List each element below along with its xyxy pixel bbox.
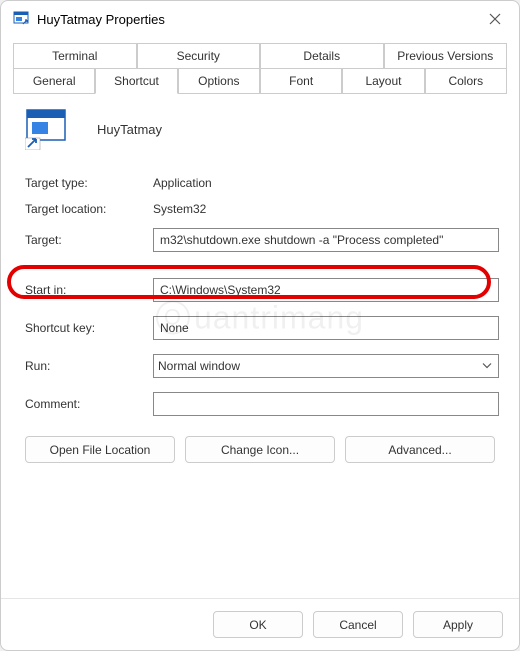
dialog-footer: OK Cancel Apply: [1, 598, 519, 650]
open-file-location-button[interactable]: Open File Location: [25, 436, 175, 463]
target-type-label: Target type:: [25, 176, 153, 190]
run-value: Normal window: [158, 359, 240, 373]
window-title: HuyTatmay Properties: [37, 12, 483, 27]
shortcut-key-input[interactable]: [153, 316, 499, 340]
run-label: Run:: [25, 359, 153, 373]
shortcut-large-icon: [25, 108, 67, 150]
comment-label: Comment:: [25, 397, 153, 411]
tab-strip: Terminal Security Details Previous Versi…: [13, 43, 507, 94]
run-select[interactable]: Normal window: [153, 354, 499, 378]
shortcut-header: HuyTatmay: [21, 108, 499, 150]
run-row: Run: Normal window: [21, 354, 499, 378]
shortcut-key-label: Shortcut key:: [25, 321, 153, 335]
apply-button[interactable]: Apply: [413, 611, 503, 638]
start-in-label: Start in:: [25, 283, 153, 297]
target-row: Target:: [21, 228, 499, 252]
tab-terminal[interactable]: Terminal: [13, 43, 137, 68]
tab-colors[interactable]: Colors: [425, 68, 507, 93]
target-type-value: Application: [153, 176, 212, 190]
shortcut-panel: HuyTatmay Target type: Application Targe…: [13, 94, 507, 471]
target-location-value: System32: [153, 202, 206, 216]
app-icon: [13, 11, 29, 27]
target-type-row: Target type: Application: [21, 176, 499, 190]
target-location-label: Target location:: [25, 202, 153, 216]
shortcut-name: HuyTatmay: [97, 122, 162, 137]
tab-previous-versions[interactable]: Previous Versions: [384, 43, 508, 68]
titlebar: HuyTatmay Properties: [1, 1, 519, 37]
shortcut-actions: Open File Location Change Icon... Advanc…: [21, 430, 499, 463]
close-button[interactable]: [483, 7, 507, 31]
tab-options[interactable]: Options: [178, 68, 260, 93]
start-in-input[interactable]: [153, 278, 499, 302]
tab-details[interactable]: Details: [260, 43, 384, 68]
tab-security[interactable]: Security: [137, 43, 261, 68]
dialog-content: Terminal Security Details Previous Versi…: [1, 37, 519, 598]
start-in-row: Start in:: [21, 278, 499, 302]
target-location-row: Target location: System32: [21, 202, 499, 216]
ok-button[interactable]: OK: [213, 611, 303, 638]
close-icon: [489, 13, 501, 25]
properties-dialog: HuyTatmay Properties Terminal Security D…: [0, 0, 520, 651]
target-label: Target:: [25, 233, 153, 247]
comment-input[interactable]: [153, 392, 499, 416]
advanced-button[interactable]: Advanced...: [345, 436, 495, 463]
shortcut-key-row: Shortcut key:: [21, 316, 499, 340]
chevron-down-icon: [482, 361, 492, 372]
comment-row: Comment:: [21, 392, 499, 416]
tab-font[interactable]: Font: [260, 68, 342, 93]
tab-shortcut[interactable]: Shortcut: [95, 68, 177, 94]
cancel-button[interactable]: Cancel: [313, 611, 403, 638]
tab-general[interactable]: General: [13, 68, 95, 93]
tab-layout[interactable]: Layout: [342, 68, 424, 93]
change-icon-button[interactable]: Change Icon...: [185, 436, 335, 463]
target-input[interactable]: [153, 228, 499, 252]
